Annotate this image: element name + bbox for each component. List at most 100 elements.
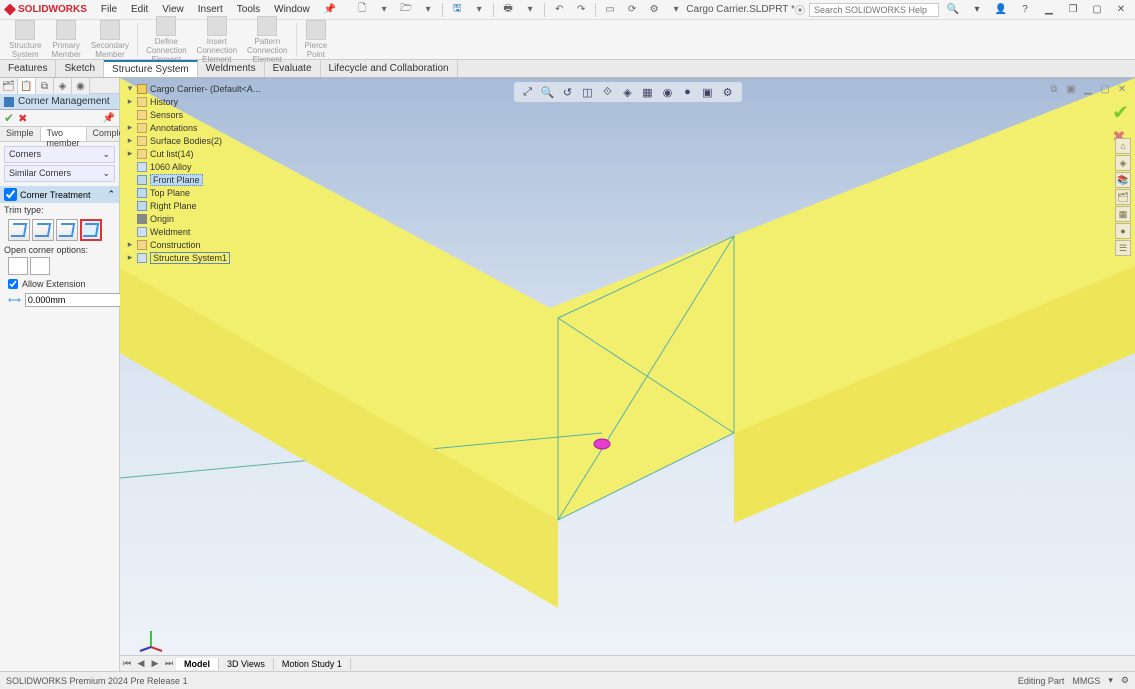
hide-show-icon[interactable]: ◉ <box>660 84 676 100</box>
trim-type-2-button[interactable] <box>32 219 54 241</box>
corner-treatment-checkbox[interactable] <box>4 188 17 201</box>
qa-dropdown-icon[interactable]: ▾ <box>469 1 489 19</box>
status-units[interactable]: MMGS <box>1072 676 1100 686</box>
tab-nav-last-icon[interactable]: ⏭ <box>162 658 176 669</box>
zoom-area-icon[interactable]: 🔍 <box>540 84 556 100</box>
pm-ok-button[interactable]: ✔ <box>4 111 14 125</box>
tree-surface-bodies[interactable]: ▸Surface Bodies(2) <box>124 134 262 147</box>
tab-sketch[interactable]: Sketch <box>56 60 104 77</box>
tree-front-plane[interactable]: Front Plane <box>124 173 262 186</box>
ribbon-define-connection[interactable]: Define Connection Element <box>142 15 190 65</box>
bottom-tab-model[interactable]: Model <box>176 658 219 670</box>
tree-construction[interactable]: ▸Construction <box>124 238 262 251</box>
qa-redo-icon[interactable]: ↷ <box>571 1 591 19</box>
menu-pin-icon[interactable]: 📌 <box>318 2 342 17</box>
qa-undo-icon[interactable]: ↶ <box>549 1 569 19</box>
status-options-icon[interactable]: ⚙ <box>1121 675 1129 686</box>
expand-icon[interactable]: ▸ <box>126 122 134 133</box>
bottom-tab-3d-views[interactable]: 3D Views <box>219 658 274 670</box>
trim-type-3-button[interactable] <box>56 219 78 241</box>
qa-open-icon[interactable]: 🗁 <box>396 1 416 19</box>
section-view-icon[interactable]: ◫ <box>580 84 596 100</box>
allow-extension-checkbox[interactable] <box>8 279 18 289</box>
qa-options-icon[interactable]: ⚙ <box>644 1 664 19</box>
graphics-viewport[interactable]: ▾Cargo Carrier- (Default<A... ▸History S… <box>120 78 1135 671</box>
confirm-ok-button[interactable]: ✔ <box>1112 100 1129 125</box>
chevron-up-icon[interactable]: ⌃ <box>107 189 115 200</box>
panel-tab-config-icon[interactable]: ⧉ <box>36 78 54 94</box>
pm-cancel-button[interactable]: ✖ <box>18 112 27 125</box>
qa-dropdown-icon[interactable]: ▾ <box>418 1 438 19</box>
ribbon-primary-member[interactable]: Primary Member <box>47 19 84 60</box>
ribbon-pierce-point[interactable]: Pierce Point <box>301 19 332 60</box>
tree-cutlist[interactable]: ▸Cut list(14) <box>124 147 262 160</box>
pm-group-similar-corners[interactable]: Similar Corners⌄ <box>4 165 115 182</box>
pm-group-corners[interactable]: Corners⌄ <box>4 146 115 163</box>
expand-icon[interactable]: ▸ <box>126 135 134 146</box>
minimize-icon[interactable]: ▁ <box>1039 2 1059 18</box>
menu-file[interactable]: File <box>95 2 123 17</box>
bottom-tab-motion-study[interactable]: Motion Study 1 <box>274 658 351 670</box>
status-dropdown-icon[interactable]: ▾ <box>1108 675 1113 686</box>
qa-new-icon[interactable]: 🗋 <box>352 1 372 19</box>
search-icon[interactable]: 🔍 <box>943 2 963 18</box>
vp-minimize-icon[interactable]: ▁ <box>1081 82 1095 96</box>
task-appearances-icon[interactable]: ● <box>1115 223 1131 239</box>
pm-group-corner-treatment[interactable]: Corner Treatment ⌃ <box>0 186 119 203</box>
trim-type-4-button[interactable] <box>80 219 102 241</box>
tab-nav-prev-icon[interactable]: ◀ <box>134 658 148 669</box>
help-icon[interactable]: ? <box>1015 2 1035 18</box>
pm-subtab-two-member[interactable]: Two member <box>41 127 87 141</box>
dynamic-annotation-icon[interactable]: ⟐ <box>600 84 616 100</box>
user-icon[interactable]: 👤 <box>991 2 1011 18</box>
corner-handle[interactable] <box>594 439 610 449</box>
expand-icon[interactable]: ▸ <box>126 239 134 250</box>
dropdown-icon[interactable]: ▾ <box>967 2 987 18</box>
task-file-explorer-icon[interactable]: 🗂 <box>1115 189 1131 205</box>
expand-icon[interactable]: ▸ <box>126 148 134 159</box>
vp-restore-icon[interactable]: ▣ <box>1064 82 1078 96</box>
tree-sensors[interactable]: Sensors <box>124 108 262 121</box>
restore-icon[interactable]: ❐ <box>1063 2 1083 18</box>
task-home-icon[interactable]: ⌂ <box>1115 138 1131 154</box>
trim-type-1-button[interactable] <box>8 219 30 241</box>
tree-right-plane[interactable]: Right Plane <box>124 199 262 212</box>
view-orientation-icon[interactable]: ◈ <box>620 84 636 100</box>
maximize-icon[interactable]: ▢ <box>1087 2 1107 18</box>
vp-popout-icon[interactable]: ⧉ <box>1047 82 1061 96</box>
task-view-palette-icon[interactable]: ▦ <box>1115 206 1131 222</box>
panel-tab-dimxpert-icon[interactable]: ◈ <box>54 78 72 94</box>
qa-rebuild-icon[interactable]: ⟳ <box>622 1 642 19</box>
display-style-icon[interactable]: ▦ <box>640 84 656 100</box>
tree-origin[interactable]: Origin <box>124 212 262 225</box>
tab-nav-next-icon[interactable]: ▶ <box>148 658 162 669</box>
view-settings-icon[interactable]: ⚙ <box>720 84 736 100</box>
open-corner-1-button[interactable] <box>8 257 28 275</box>
qa-save-icon[interactable]: 🖫 <box>447 1 467 19</box>
vp-close-icon[interactable]: ✕ <box>1115 82 1129 96</box>
expand-icon[interactable]: ▸ <box>126 252 134 263</box>
tab-weldments[interactable]: Weldments <box>198 60 265 77</box>
expand-icon[interactable]: ▸ <box>126 96 134 107</box>
ribbon-insert-connection[interactable]: Insert Connection Element <box>193 15 241 65</box>
edit-appearance-icon[interactable]: ● <box>680 84 696 100</box>
tree-weldment[interactable]: Weldment <box>124 225 262 238</box>
panel-tab-feature-tree-icon[interactable]: 🗂 <box>0 78 18 94</box>
search-toggle-icon[interactable]: ⦿ <box>795 2 805 17</box>
tab-lifecycle[interactable]: Lifecycle and Collaboration <box>321 60 458 77</box>
qa-dropdown-icon[interactable]: ▾ <box>520 1 540 19</box>
tree-top-plane[interactable]: Top Plane <box>124 186 262 199</box>
help-search-input[interactable] <box>809 3 939 17</box>
tab-nav-first-icon[interactable]: ⏮ <box>120 658 134 669</box>
qa-dropdown-icon[interactable]: ▾ <box>666 1 686 19</box>
ribbon-structure-system[interactable]: Structure System <box>5 19 45 60</box>
ribbon-secondary-member[interactable]: Secondary Member <box>87 19 133 60</box>
tree-history[interactable]: ▸History <box>124 95 262 108</box>
tree-annotations[interactable]: ▸Annotations <box>124 121 262 134</box>
tab-structure-system[interactable]: Structure System <box>104 60 198 77</box>
previous-view-icon[interactable]: ↺ <box>560 84 576 100</box>
task-design-library-icon[interactable]: 📚 <box>1115 172 1131 188</box>
tab-features[interactable]: Features <box>0 60 56 77</box>
tree-material[interactable]: 1060 Alloy <box>124 160 262 173</box>
ribbon-pattern-connection[interactable]: Pattern Connection Element <box>243 15 291 65</box>
